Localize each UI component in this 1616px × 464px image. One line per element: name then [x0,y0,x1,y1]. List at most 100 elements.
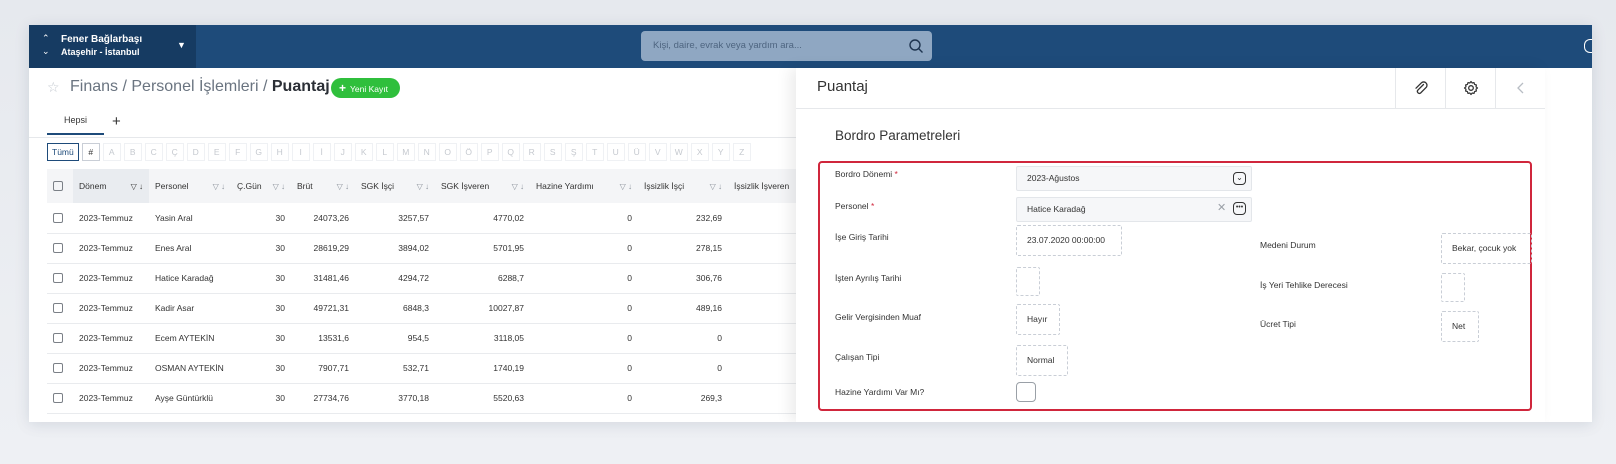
filter-letter[interactable]: I [291,143,310,161]
filter-letter[interactable]: X [690,143,709,161]
filter-icon[interactable]: ▽ ↓ [273,182,285,191]
filter-letter[interactable]: Y [711,143,730,161]
isten-ayrilis-date[interactable] [1016,267,1040,296]
table-row[interactable]: 2023-Temmuz Ayşe Güntürklü 30 27734,76 3770,… [47,383,819,413]
filter-letter[interactable]: T [585,143,604,161]
filter-icon[interactable]: ▽ ↓ [620,182,632,191]
paperclip-icon [1414,81,1428,95]
filter-letter[interactable]: Ç [165,143,184,161]
calisan-tipi-label: Çalışan Tipi [835,352,880,362]
ucret-tipi-field[interactable]: Net [1441,311,1479,342]
column-header[interactable]: Personel ▽ ↓ [149,169,231,203]
table-row[interactable]: 2023-Temmuz Yasin Aral 30 24073,26 3257,57 47… [47,203,819,233]
org-switcher[interactable]: ⌃ ⌄ Fener Bağlarbaşı Ataşehir - İstanbul… [29,25,196,68]
filter-all-button[interactable]: Tümü [47,143,79,161]
row-checkbox[interactable] [53,273,63,284]
bordro-donemi-select[interactable]: 2023-Ağustos [1016,166,1252,191]
filter-icon[interactable]: ▽ ↓ [131,182,143,191]
add-tab-button[interactable]: + [112,113,121,130]
filter-icon[interactable]: ▽ ↓ [710,182,722,191]
filter-letter[interactable]: R [522,143,541,161]
table-cell: 6288,7 [498,273,524,283]
filter-letter[interactable]: H [270,143,289,161]
filter-letter[interactable]: J [333,143,352,161]
row-checkbox[interactable] [53,333,63,344]
filter-letter[interactable]: C [144,143,163,161]
row-checkbox[interactable] [53,363,63,374]
select-all-checkbox[interactable] [53,181,63,192]
calisan-tipi-field[interactable]: Normal [1016,345,1068,376]
star-icon[interactable]: ☆ [47,79,60,96]
table-cell: 0 [717,333,722,343]
header-select-cell [47,169,73,203]
caret-down-icon[interactable]: ▼ [177,40,186,50]
filter-letter[interactable]: S [543,143,562,161]
table-row[interactable]: 2023-Temmuz Ecem AYTEKİN 30 13531,6 954,5 311… [47,323,819,353]
column-header[interactable]: Dönem ▽ ↓ [73,169,149,203]
filter-letter[interactable]: L [375,143,394,161]
table-cell: 2023-Temmuz [79,212,133,223]
filter-letter[interactable]: P [480,143,499,161]
back-button[interactable] [1495,68,1545,108]
filter-icon[interactable]: ▽ ↓ [512,182,524,191]
row-checkbox[interactable] [53,303,63,314]
table-cell: 7907,71 [318,363,349,373]
table-row[interactable]: 2023-Temmuz Kadir Asar 30 49721,31 6848,3 100… [47,293,819,323]
table-row[interactable]: 2023-Temmuz Hatice Karadağ 30 31481,46 4294,… [47,263,819,293]
column-header[interactable]: SGK İşveren ▽ ↓ [435,169,530,203]
attach-button[interactable] [1395,68,1445,108]
column-header[interactable]: Ç.Gün ▽ ↓ [231,169,291,203]
dropdown-icon[interactable]: ⌄ [1233,172,1246,185]
column-header[interactable]: İşsizlik İşçi ▽ ↓ [638,169,728,203]
settings-button[interactable] [1445,68,1495,108]
filter-letter[interactable]: Q [501,143,520,161]
search-icon[interactable] [908,38,924,54]
filter-letter[interactable]: E [207,143,226,161]
filter-icon[interactable]: ▽ ↓ [337,182,349,191]
filter-letter[interactable]: M [396,143,415,161]
row-checkbox[interactable] [53,393,63,404]
app-window: ⌃ ⌄ Fener Bağlarbaşı Ataşehir - İstanbul… [29,25,1592,422]
filter-letter[interactable]: O [438,143,457,161]
filter-letter[interactable]: İ [312,143,331,161]
row-checkbox[interactable] [53,243,63,254]
filter-letter[interactable]: Z [732,143,751,161]
breadcrumb-personel[interactable]: Personel İşlemleri [131,78,258,95]
breadcrumb-finans[interactable]: Finans [70,78,118,95]
filter-letter[interactable]: F [228,143,247,161]
column-header[interactable]: Brüt ▽ ↓ [291,169,355,203]
filter-letter[interactable]: N [417,143,436,161]
filter-letter[interactable]: B [123,143,142,161]
filter-icon[interactable]: ▽ ↓ [213,182,225,191]
column-header[interactable]: SGK İşçi ▽ ↓ [355,169,435,203]
hazine-yardimi-checkbox[interactable] [1016,382,1036,402]
table-row[interactable]: 2023-Temmuz Enes Aral 30 28619,29 3894,02 570… [47,233,819,263]
org-name: Fener Bağlarbaşı [61,34,143,45]
filter-letter[interactable]: Ş [564,143,583,161]
search-input[interactable]: Kişi, daire, evrak veya yardım ara... [641,31,932,61]
tab-all[interactable]: Hepsi [47,115,104,135]
filter-letter[interactable]: W [669,143,688,161]
is-yeri-tehlike-field[interactable] [1441,273,1465,302]
more-icon[interactable]: ••• [1233,202,1246,215]
ise-giris-date[interactable]: 23.07.2020 00:00:00 [1016,225,1122,256]
filter-letter[interactable]: A [102,143,121,161]
row-checkbox[interactable] [53,213,63,224]
filter-letter[interactable]: K [354,143,373,161]
clear-icon[interactable]: ✕ [1217,201,1226,214]
filter-letter[interactable]: V [648,143,667,161]
filter-icon[interactable]: ▽ ↓ [417,182,429,191]
filter-letter[interactable]: Ü [627,143,646,161]
gelir-vergisi-field[interactable]: Hayır [1016,304,1060,335]
column-header[interactable]: Hazine Yardımı ▽ ↓ [530,169,638,203]
medeni-durum-field[interactable]: Bekar, çocuk yok [1441,233,1532,264]
filter-hash-button[interactable]: # [81,143,100,161]
filter-letter[interactable]: Ö [459,143,478,161]
top-bar: ⌃ ⌄ Fener Bağlarbaşı Ataşehir - İstanbul… [29,25,1592,68]
new-record-button[interactable]: + Yeni Kayıt [331,78,400,98]
filter-letter[interactable]: G [249,143,268,161]
table-row[interactable]: 2023-Temmuz OSMAN AYTEKİN 30 7907,71 532,71 1… [47,353,819,383]
notification-icon[interactable] [1584,39,1592,53]
filter-letter[interactable]: D [186,143,205,161]
filter-letter[interactable]: U [606,143,625,161]
